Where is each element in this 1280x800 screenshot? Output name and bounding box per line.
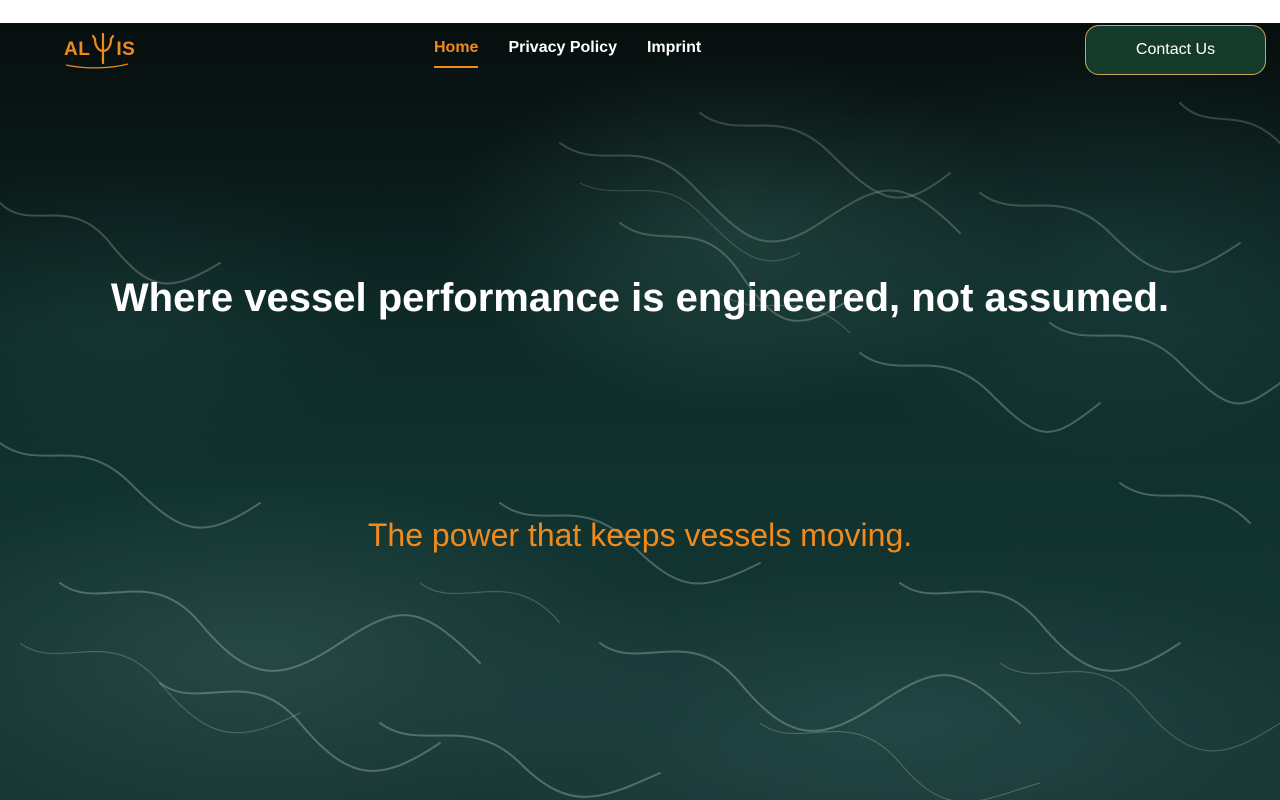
logo-swoosh <box>65 63 129 69</box>
hero-tagline: The power that keeps vessels moving. <box>367 517 913 553</box>
brand-logo[interactable]: AL IS <box>64 33 136 69</box>
nav-item-privacy-policy[interactable]: Privacy Policy <box>508 38 617 68</box>
main-nav: Home Privacy Policy Imprint <box>434 38 701 68</box>
hero-headline: Where vessel performance is engineered, … <box>110 276 1170 320</box>
hero-overlay <box>0 23 1280 800</box>
nav-item-home[interactable]: Home <box>434 38 479 68</box>
nav-item-imprint[interactable]: Imprint <box>647 38 701 68</box>
hero-background <box>0 23 1280 800</box>
top-strip <box>0 0 1280 23</box>
contact-us-button[interactable]: Contact Us <box>1085 25 1266 75</box>
logo-text-left: AL <box>64 39 91 60</box>
logo-text-right: IS <box>116 39 136 60</box>
